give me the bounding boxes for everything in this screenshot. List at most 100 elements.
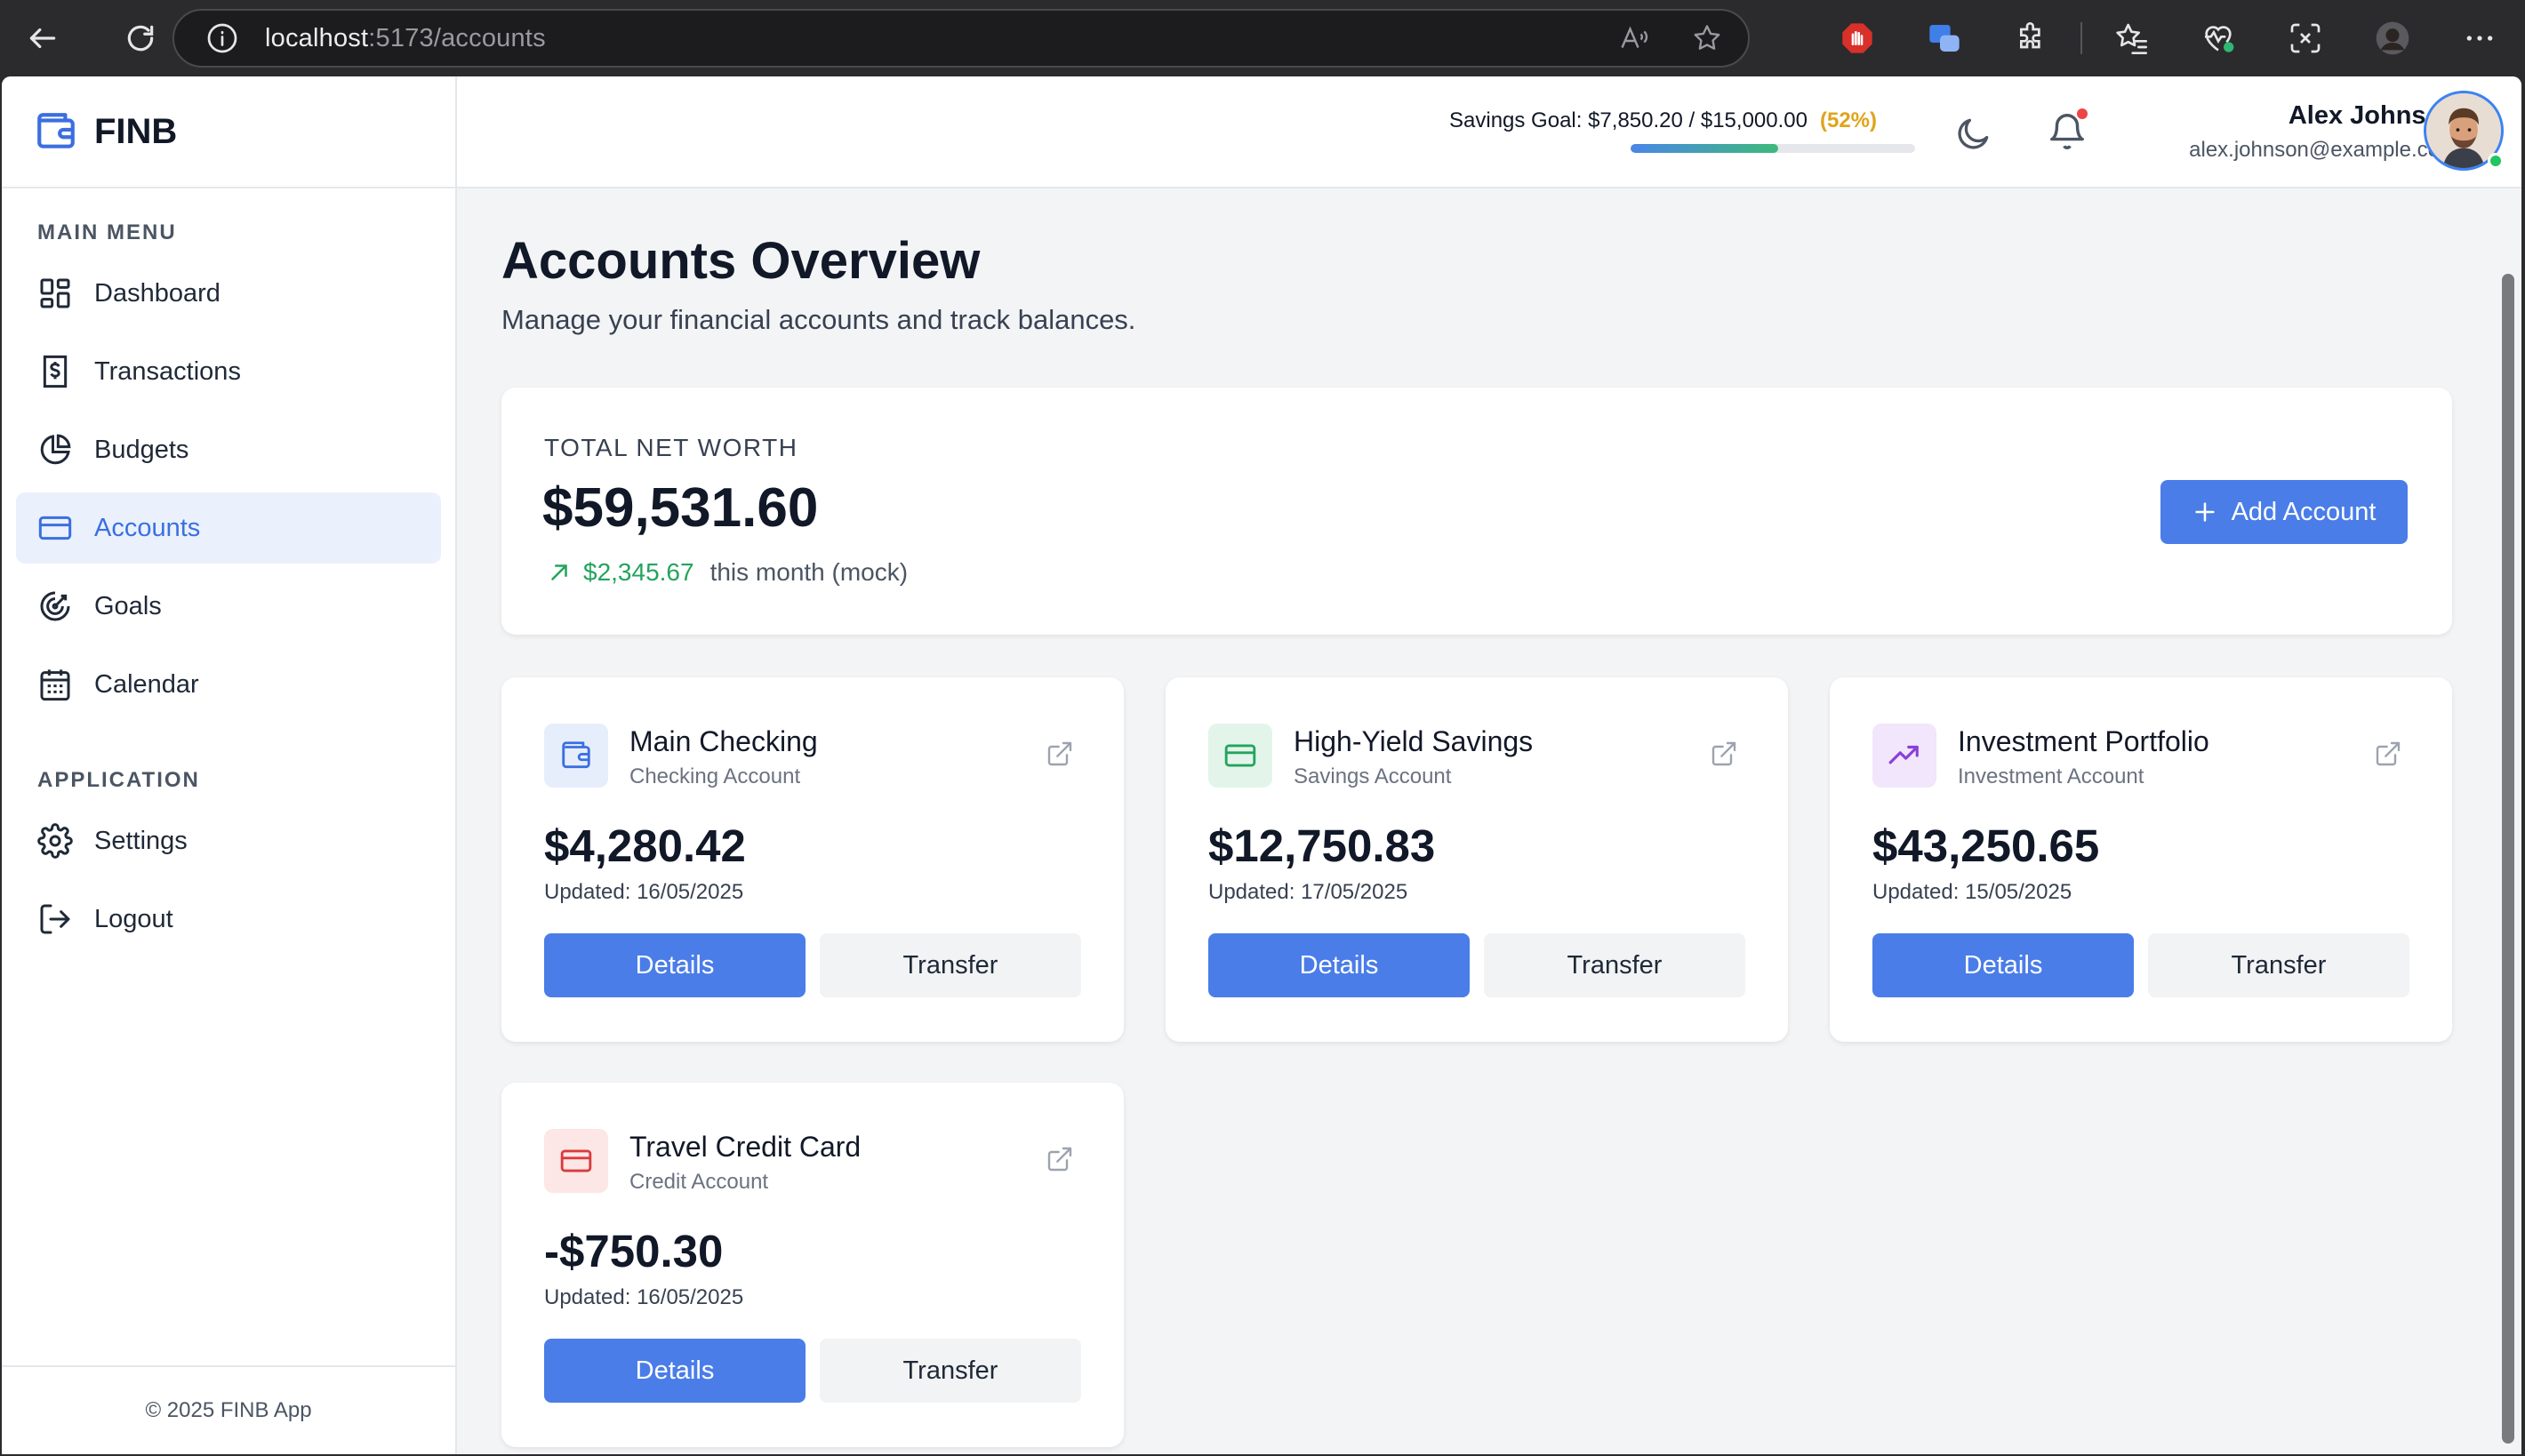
extension-adblock[interactable] bbox=[1814, 0, 1901, 76]
details-button[interactable]: Details bbox=[544, 933, 806, 997]
favorites-button[interactable] bbox=[2088, 0, 2175, 76]
browser-toolbar: localhost:5173/accounts bbox=[0, 0, 2525, 76]
external-link-icon[interactable] bbox=[2374, 740, 2402, 768]
account-icon-tile bbox=[1208, 724, 1272, 788]
page-title: Accounts Overview bbox=[501, 232, 981, 290]
account-type: Checking Account bbox=[629, 764, 801, 788]
more-dots-icon bbox=[2466, 36, 2493, 41]
account-balance: $12,750.83 bbox=[1208, 820, 1436, 871]
account-type: Investment Account bbox=[1958, 764, 2144, 788]
account-name: High-Yield Savings bbox=[1294, 725, 1534, 757]
windows-stack-icon bbox=[1929, 25, 1960, 52]
target-icon bbox=[40, 591, 70, 621]
net-worth-change-note: this month (mock) bbox=[709, 558, 909, 586]
favorite-star-icon[interactable] bbox=[1691, 22, 1723, 54]
account-type: Credit Account bbox=[629, 1170, 769, 1194]
reload-button[interactable] bbox=[114, 12, 167, 65]
application-heading: APPLICATION bbox=[37, 768, 200, 792]
page-subtitle: Manage your financial accounts and track… bbox=[501, 304, 1136, 335]
savings-progress-fill bbox=[1631, 144, 1779, 153]
account-updated: Updated: 16/05/2025 bbox=[544, 1285, 744, 1309]
main-scrollbar[interactable] bbox=[2495, 188, 2521, 1454]
account-updated: Updated: 17/05/2025 bbox=[1208, 880, 1408, 904]
sidebar-item-dashboard[interactable]: Dashboard bbox=[16, 258, 441, 329]
sidebar-item-label: Calendar bbox=[94, 669, 199, 699]
arrow-up-right-icon bbox=[551, 564, 567, 580]
extension-window[interactable] bbox=[1901, 0, 1988, 76]
main-content: Accounts Overview Manage your financial … bbox=[457, 188, 2495, 1454]
address-bar[interactable]: localhost:5173/accounts bbox=[172, 9, 1750, 68]
net-worth-total: $59,531.60 bbox=[542, 477, 819, 539]
sidebar-item-calendar[interactable]: Calendar bbox=[16, 649, 441, 720]
details-button[interactable]: Details bbox=[1208, 933, 1470, 997]
screenshot-icon bbox=[2290, 23, 2321, 53]
brand-name: FINB bbox=[94, 111, 178, 151]
browser-essentials-button[interactable] bbox=[2175, 0, 2262, 76]
account-card-investment-portfolio: Investment Portfolio Investment Account … bbox=[1830, 677, 2452, 1042]
read-aloud-icon[interactable] bbox=[1618, 22, 1650, 54]
sidebar-item-label: Accounts bbox=[94, 513, 201, 542]
transfer-button[interactable]: Transfer bbox=[2148, 933, 2409, 997]
external-link-icon[interactable] bbox=[1046, 740, 1074, 768]
account-icon-tile bbox=[544, 724, 608, 788]
account-balance: $43,250.65 bbox=[1872, 820, 2100, 871]
user-name: Alex Johnson bbox=[2288, 101, 2457, 130]
details-button[interactable]: Details bbox=[1872, 933, 2134, 997]
logout-icon bbox=[40, 904, 70, 934]
online-status-dot bbox=[2488, 153, 2504, 169]
scrollbar-thumb[interactable] bbox=[2502, 274, 2514, 1444]
card-icon bbox=[1224, 744, 1256, 767]
sidebar-footer: © 2025 FINB App bbox=[2, 1365, 455, 1454]
user-info[interactable]: Alex Johnson alex.johnson@example.com bbox=[2120, 101, 2457, 163]
add-account-button[interactable]: Add Account bbox=[2160, 480, 2408, 544]
transfer-button[interactable]: Transfer bbox=[1484, 933, 1745, 997]
reload-icon bbox=[127, 25, 154, 52]
account-name: Travel Credit Card bbox=[629, 1131, 862, 1163]
transfer-button[interactable]: Transfer bbox=[820, 933, 1081, 997]
card-icon bbox=[560, 1149, 592, 1172]
gear-icon bbox=[37, 823, 73, 859]
user-email: alex.johnson@example.com bbox=[2189, 138, 2457, 162]
brand-header[interactable]: FINB bbox=[2, 76, 455, 188]
app-window: FINB MAIN MENU Dashboard Transactions Bu… bbox=[2, 76, 2521, 1454]
back-button[interactable] bbox=[16, 12, 69, 65]
sidebar-item-transactions[interactable]: Transactions bbox=[16, 336, 441, 407]
sidebar-item-logout[interactable]: Logout bbox=[16, 884, 441, 955]
sidebar-item-label: Goals bbox=[94, 591, 162, 620]
sidebar-item-label: Transactions bbox=[94, 356, 241, 386]
external-link-icon[interactable] bbox=[1046, 1145, 1074, 1173]
moon-icon[interactable] bbox=[1954, 114, 1993, 153]
profile-avatar-icon bbox=[2376, 21, 2409, 55]
savings-goal-text: Savings Goal: $7,850.20 / $15,000.00 (52%… bbox=[1449, 108, 1878, 132]
sidebar-item-accounts[interactable]: Accounts bbox=[16, 492, 441, 564]
sidebar-item-settings[interactable]: Settings bbox=[16, 805, 441, 876]
screenshot-button[interactable] bbox=[2262, 0, 2349, 76]
account-icon-tile bbox=[544, 1129, 608, 1193]
more-menu-button[interactable] bbox=[2436, 0, 2523, 76]
dashboard-icon bbox=[40, 278, 70, 308]
details-button[interactable]: Details bbox=[544, 1339, 806, 1403]
add-account-label: Add Account bbox=[2231, 497, 2377, 526]
heart-pulse-icon bbox=[2205, 26, 2234, 52]
account-name: Investment Portfolio bbox=[1958, 725, 2209, 757]
favorites-list-icon bbox=[2116, 23, 2147, 55]
account-updated: Updated: 16/05/2025 bbox=[544, 880, 744, 904]
sidebar-item-budgets[interactable]: Budgets bbox=[16, 414, 441, 485]
stop-hand-icon bbox=[1842, 23, 1872, 53]
account-name: Main Checking bbox=[629, 725, 818, 757]
wallet-logo-icon bbox=[37, 113, 75, 148]
sidebar-item-label: Settings bbox=[94, 826, 188, 855]
profile-button[interactable] bbox=[2349, 0, 2436, 76]
sidebar-item-goals[interactable]: Goals bbox=[16, 571, 441, 642]
external-link-icon[interactable] bbox=[1710, 740, 1738, 768]
trending-up-icon bbox=[1888, 745, 1919, 764]
net-worth-change: $2,345.67 this month (mock) bbox=[546, 558, 908, 587]
transfer-button[interactable]: Transfer bbox=[820, 1339, 1081, 1403]
info-icon[interactable] bbox=[206, 22, 238, 54]
pie-chart-icon bbox=[40, 434, 71, 465]
savings-goal[interactable]: Savings Goal: $7,850.20 / $15,000.00 (52%… bbox=[1449, 108, 1915, 153]
extension-puzzle[interactable] bbox=[1988, 0, 2075, 76]
account-balance: -$750.30 bbox=[544, 1226, 724, 1276]
sidebar-item-label: Budgets bbox=[94, 435, 189, 464]
sidebar-item-label: Logout bbox=[94, 904, 173, 933]
